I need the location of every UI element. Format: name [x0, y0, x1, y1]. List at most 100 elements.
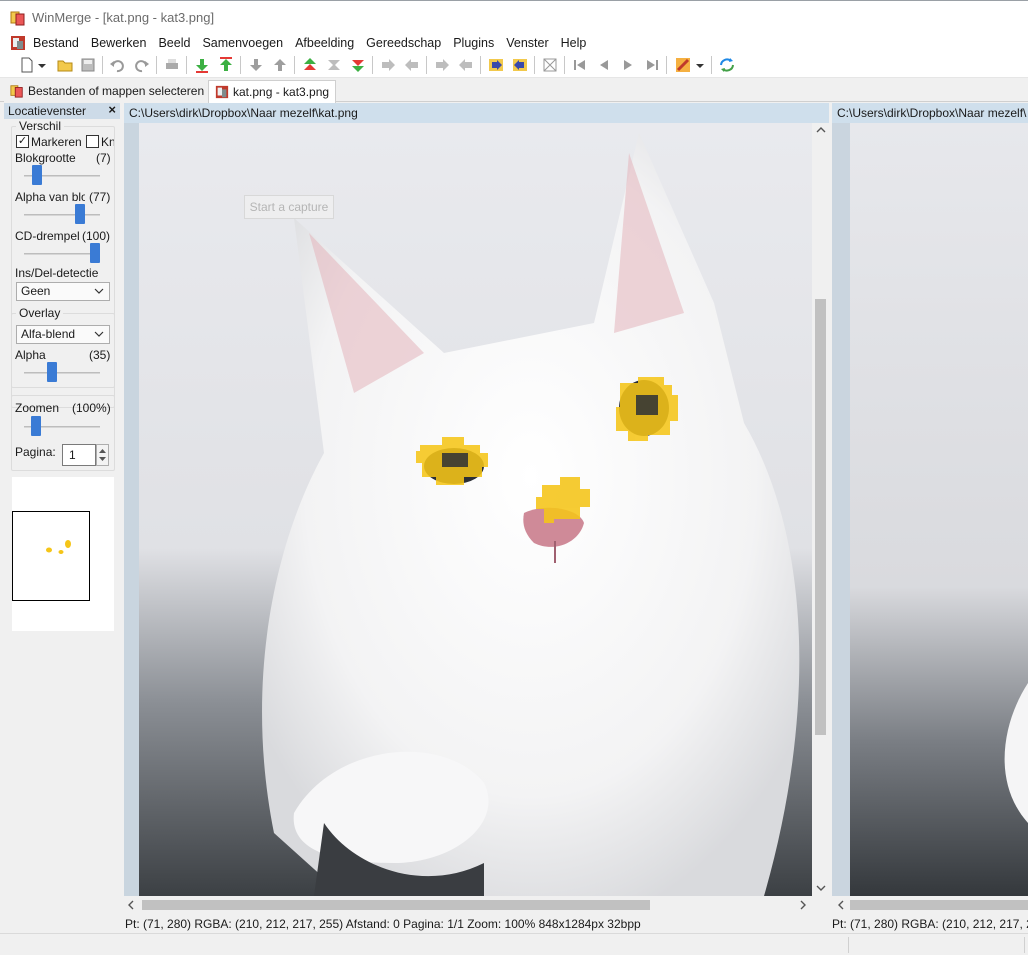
last-conflict-icon[interactable] — [271, 56, 289, 74]
cat-image — [124, 123, 812, 896]
zoom-label: Zoomen — [15, 401, 60, 415]
compare-icon[interactable] — [541, 56, 559, 74]
kn-checkbox[interactable] — [86, 135, 99, 148]
toolbar-separator — [186, 56, 187, 74]
refresh-icon[interactable] — [718, 56, 736, 74]
alpha-blok-label: Alpha van blol — [15, 190, 85, 204]
chevron-down-icon[interactable] — [816, 884, 826, 892]
menu-venster[interactable]: Venster — [506, 35, 555, 52]
chevron-left-icon[interactable] — [127, 900, 135, 910]
all-right-icon[interactable] — [487, 56, 505, 74]
new-file-icon[interactable] — [18, 56, 36, 74]
vertical-scroll-thumb[interactable] — [815, 299, 826, 735]
menu-help[interactable]: Help — [561, 35, 594, 52]
document-icon[interactable] — [10, 35, 26, 51]
alpha-blok-slider[interactable] — [74, 204, 85, 224]
first-conflict-icon[interactable] — [247, 56, 265, 74]
chevron-down-icon — [94, 288, 104, 294]
print-icon[interactable] — [163, 56, 181, 74]
capture-tooltip[interactable]: Start a capture — [244, 195, 334, 219]
copy-left-advance-icon[interactable] — [457, 56, 475, 74]
first-diff-icon[interactable] — [301, 56, 319, 74]
menu-bewerken[interactable]: Bewerken — [91, 35, 154, 52]
cat-image — [832, 123, 1028, 896]
copy-right-advance-icon[interactable] — [433, 56, 451, 74]
verschil-group-title: Verschil — [16, 119, 65, 133]
menu-plugins[interactable]: Plugins — [453, 35, 501, 52]
left-vertical-scrollbar[interactable] — [812, 123, 829, 896]
save-icon[interactable] — [79, 56, 97, 74]
chevron-left-icon[interactable] — [837, 900, 845, 910]
tab-label: Bestanden of mappen selecteren — [28, 84, 205, 98]
menu-afbeelding[interactable]: Afbeelding — [295, 35, 361, 52]
window-status-bar — [0, 933, 1028, 955]
chevron-up-icon[interactable] — [816, 126, 826, 134]
copy-right-icon[interactable] — [379, 56, 397, 74]
next-diff-icon[interactable] — [193, 56, 211, 74]
winmerge-icon — [10, 85, 23, 98]
cd-drempel-slider[interactable] — [90, 243, 100, 263]
redo-icon[interactable] — [133, 56, 151, 74]
cd-drempel-value: (100) — [82, 229, 111, 243]
markeren-label: Markeren — [31, 135, 82, 149]
options-icon[interactable] — [674, 56, 692, 74]
toolbar-separator — [240, 56, 241, 74]
next-page-icon[interactable] — [619, 56, 637, 74]
right-horizontal-scrollbar[interactable] — [832, 896, 1028, 913]
menu-beeld[interactable]: Beeld — [158, 35, 197, 52]
horizontal-scroll-thumb[interactable] — [142, 900, 650, 910]
insdel-selected: Geen — [21, 284, 51, 298]
overlay-alpha-slider[interactable] — [47, 362, 58, 382]
close-icon[interactable]: × — [108, 102, 116, 117]
spinner-arrows-icon — [99, 449, 106, 461]
prev-page-first-icon[interactable] — [571, 56, 589, 74]
toolbar-separator — [666, 56, 667, 74]
status-separator — [1024, 937, 1025, 953]
overlay-alpha-value: (35) — [89, 348, 111, 362]
title-bar: WinMerge - [kat.png - kat3.png] — [0, 0, 1028, 34]
pagina-input[interactable]: 1 — [62, 444, 96, 466]
left-horizontal-scrollbar[interactable] — [124, 896, 812, 913]
dropdown-arrow-icon[interactable] — [694, 56, 706, 74]
tab-bar: Bestanden of mappen selecteren kat.png -… — [0, 78, 1028, 103]
overlay-mode-select[interactable]: Alfa-blend — [16, 325, 110, 344]
menu-gereedschap[interactable]: Gereedschap — [366, 35, 448, 52]
open-folder-icon[interactable] — [56, 56, 74, 74]
toolbar-separator — [564, 56, 565, 74]
dropdown-arrow-icon[interactable] — [36, 56, 48, 74]
left-pane-status: Pt: (71, 280) RGBA: (210, 212, 217, 255)… — [124, 915, 829, 933]
menu-samenvoegen[interactable]: Samenvoegen — [202, 35, 290, 52]
insdel-select[interactable]: Geen — [16, 282, 110, 301]
insdel-label: Ins/Del-detectie — [15, 266, 99, 280]
left-pane-path: C:\Users\dirk\Dropbox\Naar mezelf\kat.pn… — [124, 103, 829, 123]
location-pane: Locatievenster × Verschil ✓ Markeren Kn … — [4, 102, 120, 929]
location-thumbnail[interactable] — [12, 477, 114, 631]
prev-page-icon[interactable] — [595, 56, 613, 74]
cd-drempel-label: CD-drempel — [15, 229, 80, 243]
tab-label: kat.png - kat3.png — [233, 85, 330, 99]
undo-icon[interactable] — [108, 56, 126, 74]
location-pane-title: Locatievenster — [8, 104, 87, 118]
last-diff-icon[interactable] — [349, 56, 367, 74]
toolbar-separator — [711, 56, 712, 74]
location-pane-header: Locatievenster × — [4, 102, 120, 119]
right-image-canvas[interactable] — [832, 123, 1028, 896]
tab-select-files[interactable]: Bestanden of mappen selecteren — [4, 80, 211, 102]
next-page-last-icon[interactable] — [643, 56, 661, 74]
window-title: WinMerge - [kat.png - kat3.png] — [32, 10, 215, 25]
all-left-icon[interactable] — [511, 56, 529, 74]
left-image-canvas[interactable] — [124, 123, 812, 896]
chevron-right-icon[interactable] — [799, 900, 807, 910]
pagina-spinner[interactable] — [96, 444, 109, 466]
horizontal-scroll-thumb[interactable] — [850, 900, 1028, 910]
prev-diff-icon[interactable] — [217, 56, 235, 74]
blokgrootte-slider[interactable] — [31, 165, 42, 185]
menu-bestand[interactable]: Bestand — [33, 35, 86, 52]
current-diff-icon[interactable] — [325, 56, 343, 74]
markeren-checkbox[interactable]: ✓ — [16, 135, 29, 148]
blokgrootte-label: Blokgrootte — [15, 151, 76, 165]
zoom-slider[interactable] — [30, 416, 41, 436]
copy-left-icon[interactable] — [403, 56, 421, 74]
cd-drempel-slider-track — [24, 253, 100, 255]
tab-image-compare[interactable]: kat.png - kat3.png — [208, 80, 337, 103]
